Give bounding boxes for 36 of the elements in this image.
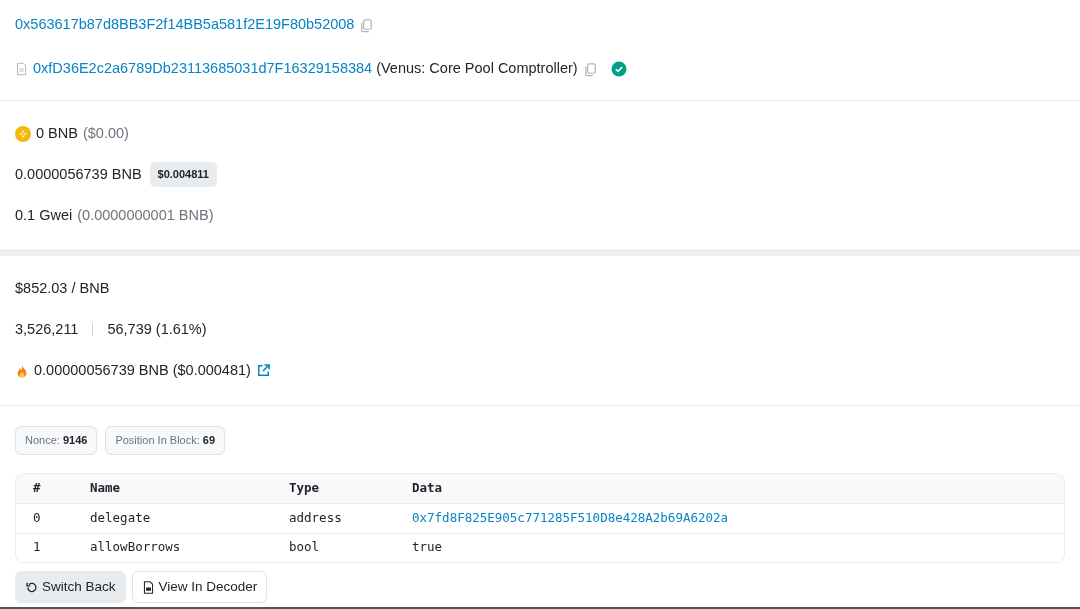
column-header: Type (289, 478, 321, 497)
switch-back-button[interactable]: Switch Back (15, 571, 126, 604)
gas-limit: 3,526,211 (15, 319, 79, 339)
table-cell-text: true (412, 538, 444, 557)
bnb-price: $852.03 / BNB (15, 278, 110, 298)
address-link[interactable]: 0x563617b87d8BB3F2f14BB5a581f2E19F80b52008 (15, 14, 355, 36)
gas-used: 56,739 (1.61%) (107, 319, 207, 339)
value-amount: 0 BNB (36, 123, 78, 143)
undo-icon (25, 580, 38, 594)
table-cell-text: address (289, 508, 343, 527)
gas-price-detail: (0.0000000001 BNB) (77, 205, 214, 225)
table-cell-text: 0 (33, 508, 42, 527)
attribute-tag: Position In Block: 69 (105, 426, 226, 455)
burnt-fees: 0.00000056739 BNB ($0.000481) (34, 360, 251, 380)
contract-name: (Venus: Core Pool Comptroller) (376, 59, 578, 79)
column-header: # (33, 478, 42, 497)
gas-price: 0.1 Gwei (15, 205, 73, 225)
copy-icon[interactable] (359, 17, 375, 33)
external-link-icon[interactable] (255, 363, 271, 378)
contract-address-link[interactable]: 0xfD36E2c2a6789Db23113685031d7F16329158384 (33, 58, 373, 80)
value-usd: ($0.00) (82, 123, 129, 143)
table-cell-text: bool (289, 538, 321, 557)
fee-usd: $0.004811 (149, 162, 217, 187)
table-cell-text: 1 (33, 538, 42, 557)
fee-amount: 0.0000056739 BNB (15, 164, 142, 184)
column-header: Name (90, 478, 122, 497)
table-cell-text: delegate (90, 508, 152, 527)
data-link[interactable]: 0x7fd8F825E905c771285F510D8e428A2b69A6202a (412, 508, 1064, 528)
view-in-decoder-button[interactable]: View In Decoder (131, 571, 268, 604)
column-header: Data (412, 478, 444, 497)
copy-icon[interactable] (582, 61, 598, 77)
coin-icon (15, 125, 31, 142)
table-cell-text: allowBorrows (90, 538, 182, 557)
document-icon (141, 580, 155, 594)
document-icon (15, 62, 28, 76)
attribute-tag: Nonce: 9146 (15, 426, 98, 455)
